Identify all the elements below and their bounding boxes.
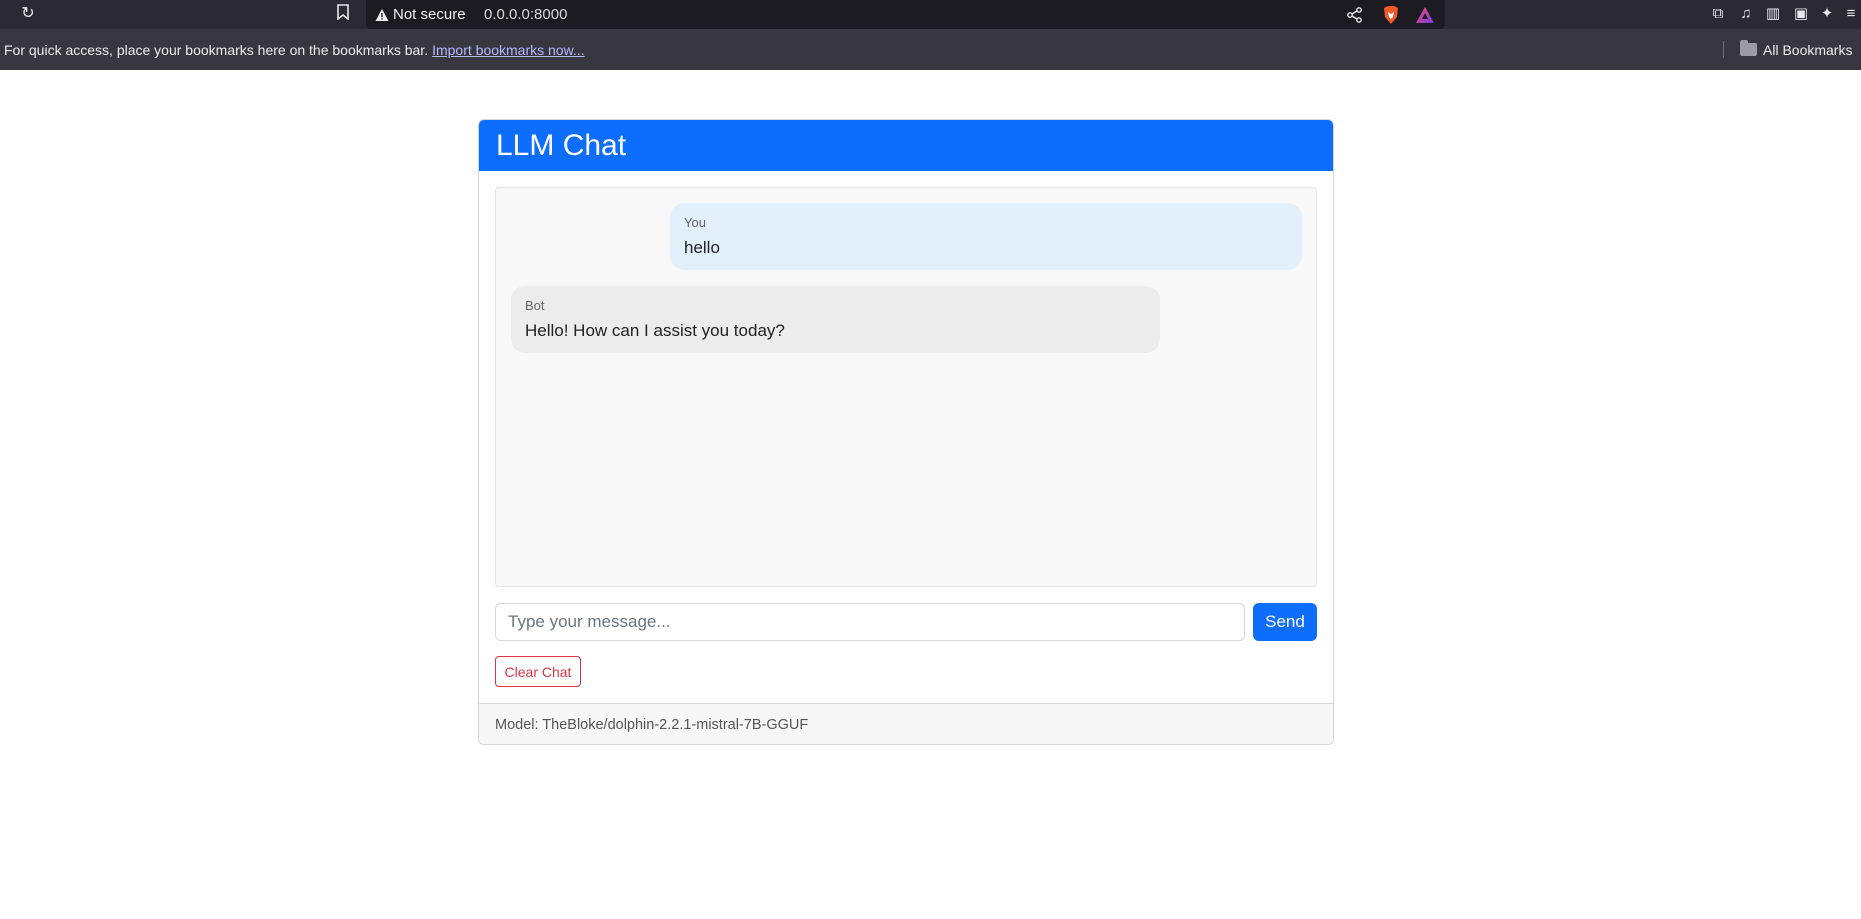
bookmarks-bar: For quick access, place your bookmarks h… <box>0 29 1861 70</box>
chat-card: LLM Chat You hello Bot Hello! How can I … <box>478 119 1334 745</box>
message-sender: You <box>684 215 706 230</box>
message-text: hello <box>684 238 720 257</box>
bookmarks-hint: For quick access, place your bookmarks h… <box>4 42 429 58</box>
clear-chat-button[interactable]: Clear Chat <box>495 656 581 687</box>
bot-message: Bot Hello! How can I assist you today? <box>511 286 1160 353</box>
menu-icon[interactable]: ≡ <box>1841 4 1861 24</box>
leo-ai-icon[interactable]: ✦ <box>1817 4 1837 24</box>
message-input-row: Send <box>495 603 1317 641</box>
warning-icon[interactable] <box>375 8 389 22</box>
share-icon[interactable] <box>1346 6 1364 24</box>
chat-messages[interactable]: You hello Bot Hello! How can I assist yo… <box>495 187 1317 587</box>
send-button[interactable]: Send <box>1253 603 1317 641</box>
address-bar[interactable]: Not secure 0.0.0.0:8000 <box>366 0 1445 31</box>
message-text: Hello! How can I assist you today? <box>525 321 785 340</box>
bookmark-icon[interactable] <box>333 4 353 24</box>
message-sender: Bot <box>525 298 545 313</box>
extensions-icon[interactable]: ⧉ <box>1708 4 1728 24</box>
all-bookmarks-label: All Bookmarks <box>1763 42 1853 58</box>
user-message: You hello <box>670 203 1302 270</box>
media-icon[interactable]: ♫ <box>1736 4 1756 24</box>
model-info: Model: TheBloke/dolphin-2.2.1-mistral-7B… <box>479 703 1333 744</box>
folder-icon <box>1740 40 1757 56</box>
sidebar-icon[interactable]: ▥ <box>1763 4 1783 24</box>
brave-shields-icon[interactable] <box>1382 5 1400 25</box>
import-bookmarks-link[interactable]: Import bookmarks now... <box>432 42 585 58</box>
reload-icon[interactable]: ↻ <box>18 4 38 24</box>
bookmarks-separator <box>1723 41 1724 58</box>
wallet-icon[interactable]: ▣ <box>1791 4 1811 24</box>
security-status[interactable]: Not secure <box>393 6 466 23</box>
browser-toolbar: ↻ Not secure 0.0.0.0:8000 ⧉ ♫ ▥ ▣ ✦ ≡ <box>0 0 1861 31</box>
all-bookmarks-button[interactable]: All Bookmarks <box>1740 40 1853 58</box>
message-input[interactable] <box>495 603 1245 641</box>
url-text[interactable]: 0.0.0.0:8000 <box>484 6 567 23</box>
brave-rewards-icon[interactable] <box>1415 6 1435 24</box>
page-title: LLM Chat <box>479 120 1333 171</box>
